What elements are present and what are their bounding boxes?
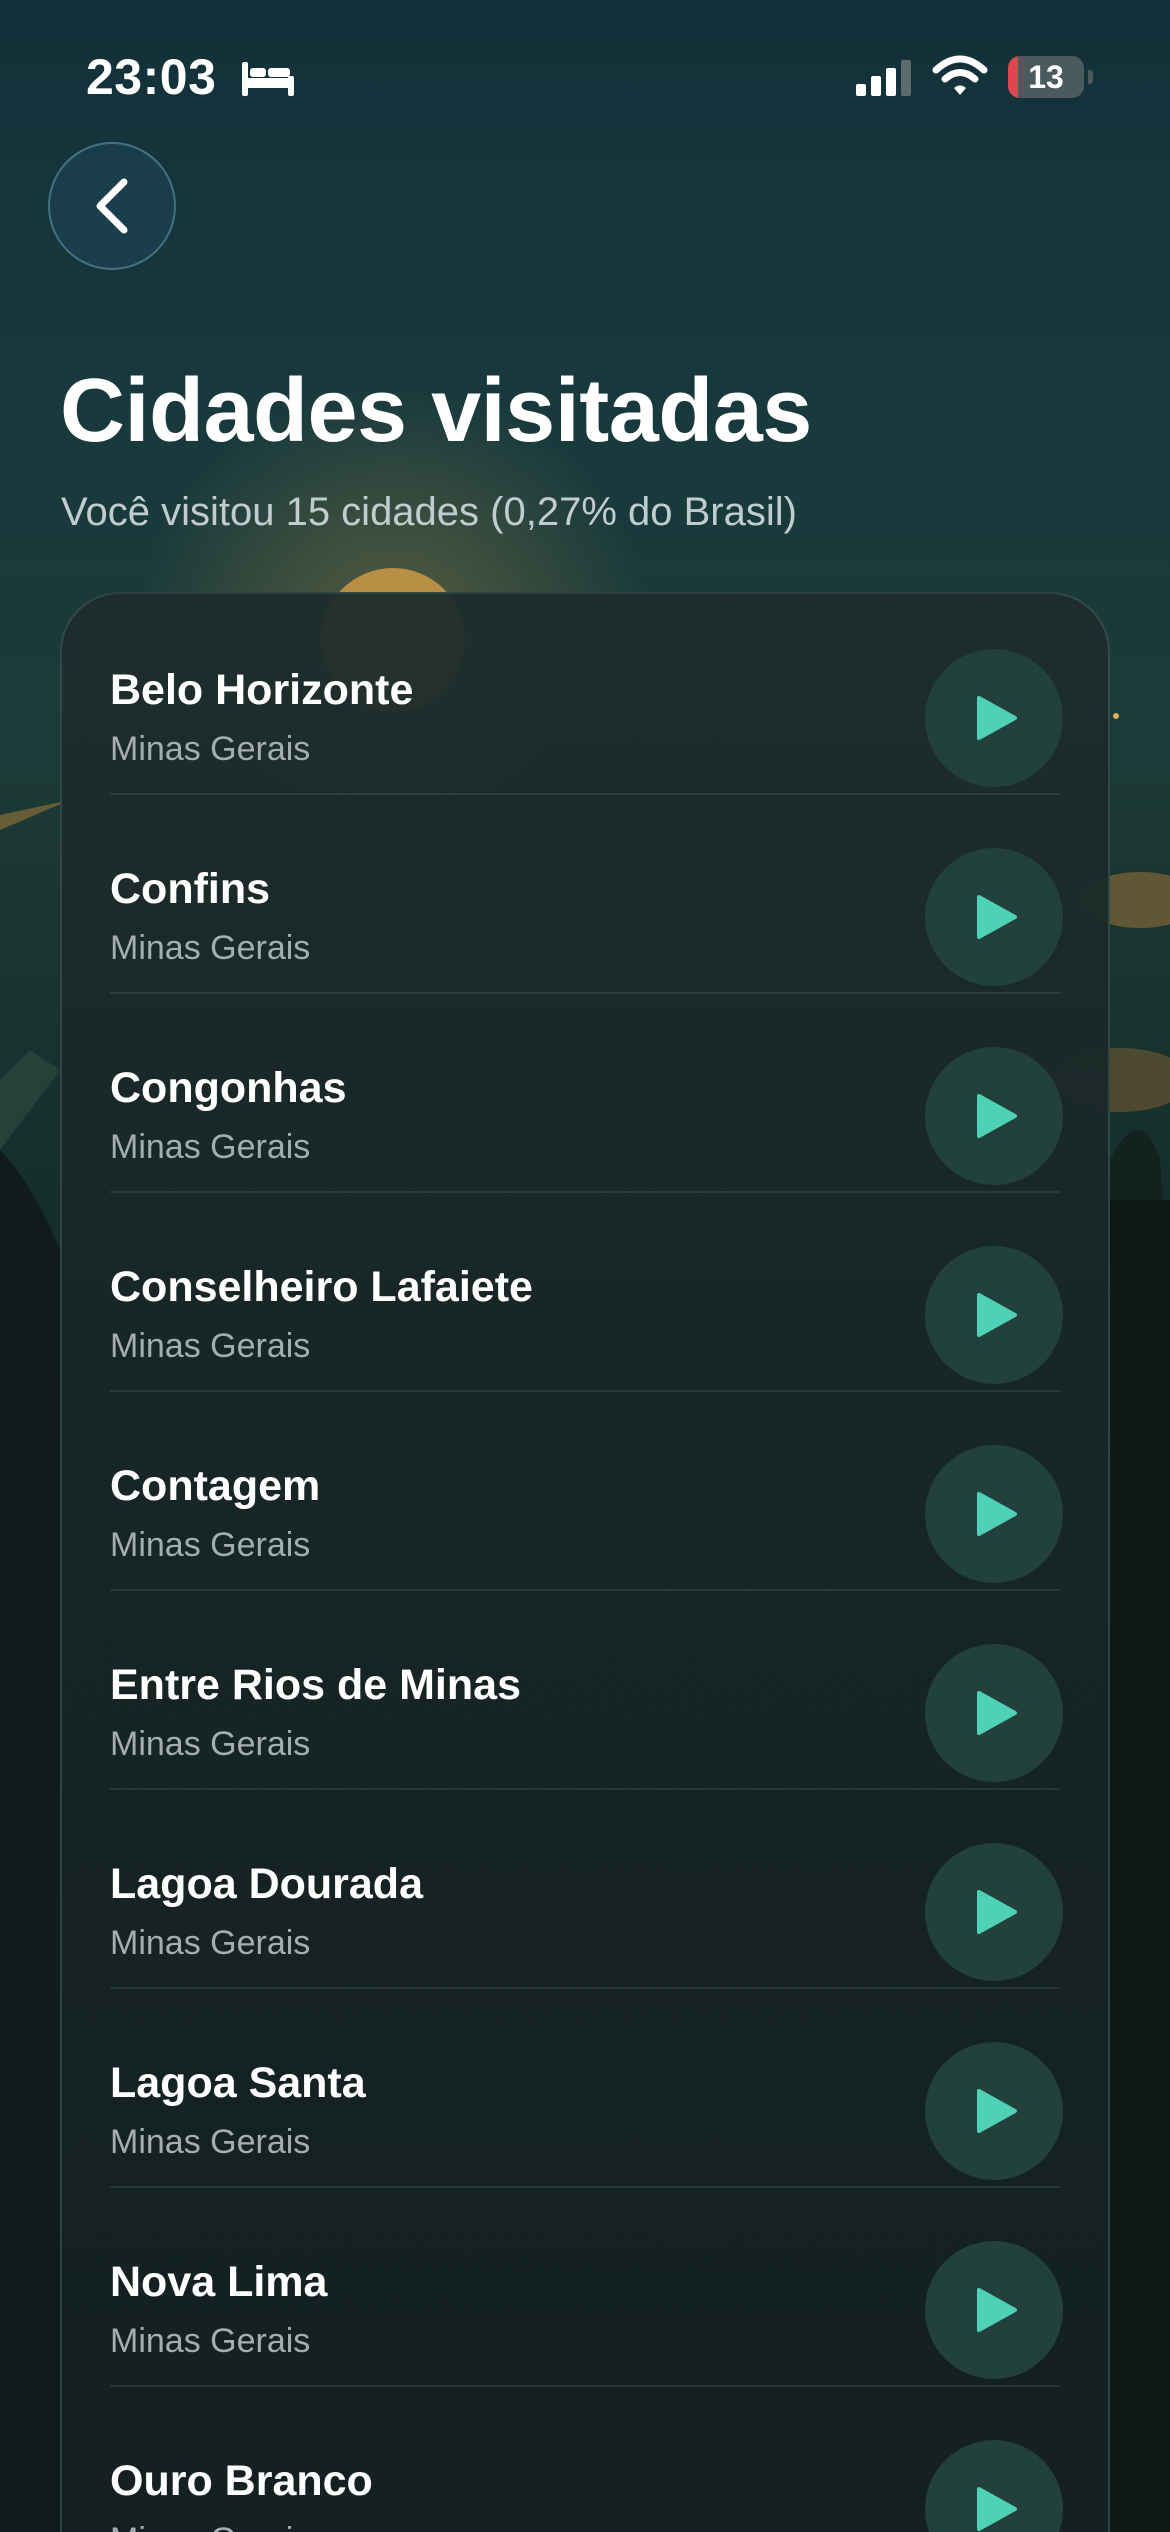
city-list-item[interactable]: Contagem Minas Gerais	[110, 1390, 1063, 1591]
city-name: Nova Lima	[110, 2258, 328, 2306]
play-icon	[977, 1094, 1017, 1138]
play-icon	[977, 696, 1017, 740]
play-icon	[977, 1691, 1017, 1735]
play-button[interactable]	[925, 2440, 1063, 2532]
city-name: Congonhas	[110, 1064, 347, 1112]
play-button[interactable]	[925, 1445, 1063, 1583]
city-state: Minas Gerais	[110, 1128, 311, 1166]
cities-card: Belo Horizonte Minas Gerais Confins Minas G…	[60, 592, 1110, 2532]
play-button[interactable]	[925, 1047, 1063, 1185]
city-name: Entre Rios de Minas	[110, 1661, 521, 1709]
city-name: Lagoa Santa	[110, 2059, 366, 2107]
wifi-icon	[932, 55, 988, 95]
city-state: Minas Gerais	[110, 1327, 311, 1365]
status-bar: 23:03 13	[0, 0, 1170, 150]
city-state: Minas Gerais	[110, 929, 311, 967]
play-button[interactable]	[925, 1644, 1063, 1782]
back-button[interactable]	[48, 142, 176, 270]
visited-cities-screen: 23:03 13 Cidades visitadas Você visitou …	[0, 0, 1170, 2532]
play-button[interactable]	[925, 1246, 1063, 1384]
city-name: Conselheiro Lafaiete	[110, 1263, 533, 1311]
city-list-item[interactable]: Nova Lima Minas Gerais	[110, 2186, 1063, 2387]
city-name: Contagem	[110, 1462, 321, 1510]
city-name: Lagoa Dourada	[110, 1860, 423, 1908]
city-state: Minas Gerais	[110, 1725, 311, 1763]
city-list-item[interactable]: Congonhas Minas Gerais	[110, 992, 1063, 1193]
play-icon	[977, 895, 1017, 939]
city-list-item[interactable]: Belo Horizonte Minas Gerais	[110, 594, 1063, 795]
city-name: Ouro Branco	[110, 2457, 373, 2505]
play-icon	[977, 1890, 1017, 1934]
city-state: Minas Gerais	[110, 2521, 310, 2532]
page-title: Cidades visitadas	[60, 361, 812, 461]
city-state: Minas Gerais	[110, 2322, 311, 2360]
battery-tip	[1088, 70, 1093, 84]
play-icon	[977, 2288, 1017, 2332]
battery-icon: 13	[1008, 56, 1084, 98]
city-list-item[interactable]: Entre Rios de Minas Minas Gerais	[110, 1589, 1063, 1790]
visited-summary: Você visitou 15 cidades (0,27% do Brasil…	[61, 490, 797, 534]
city-state: Minas Gerais	[110, 730, 311, 768]
city-state: Minas Gerais	[110, 2123, 311, 2161]
city-list-item[interactable]: Lagoa Dourada Minas Gerais	[110, 1788, 1063, 1989]
city-name: Belo Horizonte	[110, 666, 414, 714]
city-state: Minas Gerais	[110, 1526, 311, 1564]
play-icon	[977, 1492, 1017, 1536]
chevron-left-icon	[96, 178, 128, 234]
battery-percentage: 13	[1028, 58, 1064, 95]
cellular-signal-icon	[856, 60, 911, 96]
status-time: 23:03	[86, 49, 217, 105]
city-list-item[interactable]: Conselheiro Lafaiete Minas Gerais	[110, 1191, 1063, 1392]
play-button[interactable]	[925, 1843, 1063, 1981]
play-icon	[977, 1293, 1017, 1337]
city-list-item[interactable]: Confins Minas Gerais	[110, 793, 1063, 994]
play-button[interactable]	[925, 2042, 1063, 2180]
city-state: Minas Gerais	[110, 1924, 311, 1962]
play-button[interactable]	[925, 649, 1063, 787]
city-list-item[interactable]: Ouro Branco Minas Gerais	[110, 2385, 1063, 2532]
bed-icon	[242, 62, 294, 96]
city-name: Confins	[110, 865, 271, 913]
city-list-item[interactable]: Lagoa Santa Minas Gerais	[110, 1987, 1063, 2188]
play-button[interactable]	[925, 2241, 1063, 2379]
play-icon	[977, 2487, 1017, 2531]
play-icon	[977, 2089, 1017, 2133]
play-button[interactable]	[925, 848, 1063, 986]
